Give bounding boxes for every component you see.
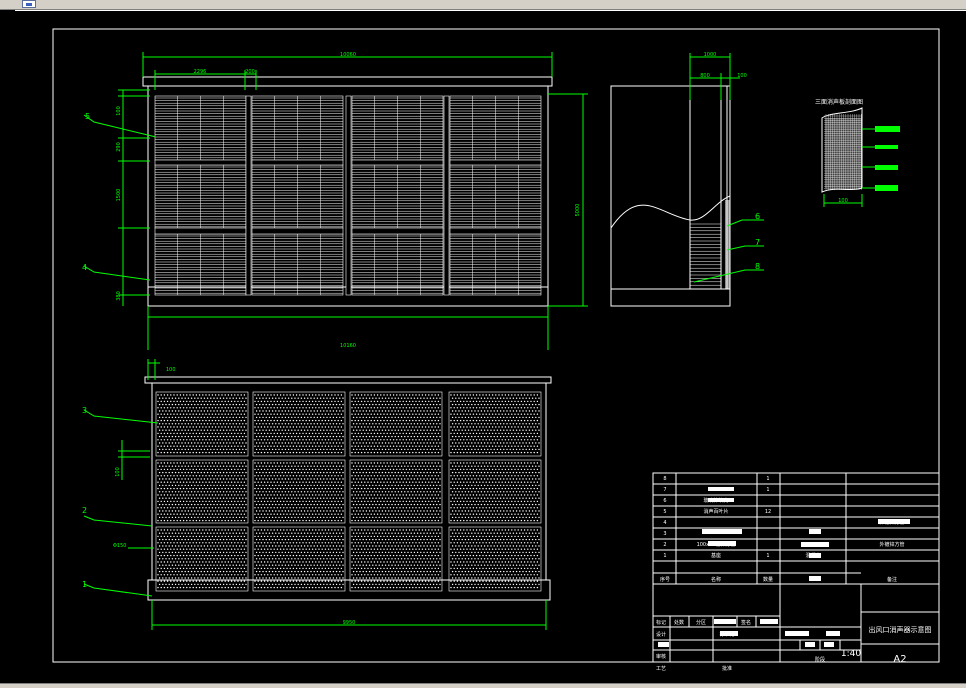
callout-5: 5: [85, 112, 90, 121]
parts-list-cell: 1: [766, 553, 769, 559]
callout-6: 6: [755, 212, 760, 221]
parts-list-cell: 1: [766, 487, 769, 493]
dim-front-left-mid2: 1500: [116, 189, 122, 202]
plan-body: [152, 383, 546, 580]
parts-list-cell: 消声百叶片: [703, 508, 728, 515]
front-elevation: [143, 77, 552, 306]
parts-list-header: 名称: [711, 576, 721, 583]
callout-7: 7: [755, 238, 760, 247]
cad-viewer-window: 10060 2296 200 10160 5000 100 290 1500 3…: [0, 0, 966, 687]
plan-base: [148, 580, 550, 600]
parts-list-cell: 1: [766, 476, 769, 482]
dim-front-left-mid1: 290: [116, 142, 122, 152]
dim-plan-bottom: 9950: [343, 620, 356, 626]
dim-plan-left: 100: [115, 467, 121, 477]
parts-list-cell: 7: [663, 487, 666, 493]
dim-plan-top: 100: [166, 367, 176, 373]
signature-label: 处数: [674, 619, 684, 626]
callout-1: 1: [82, 580, 87, 589]
detail-title: 三面消声板剖面图: [815, 98, 863, 106]
callout-8: 8: [755, 262, 760, 271]
drawing-scale: 1:40: [841, 649, 861, 659]
plan-top-cap: [145, 377, 551, 383]
dim-front-left-top: 100: [116, 106, 122, 116]
callout-2: 2: [82, 506, 87, 515]
parts-list-cell: 外镀锌方管: [879, 541, 904, 548]
dim-front-overall-top: 10060: [340, 52, 356, 58]
dim-side-top: 1000: [704, 52, 717, 58]
parts-list-header: 序号: [660, 576, 670, 583]
plan-view: [145, 377, 551, 600]
parts-list-cell: 5: [663, 509, 666, 515]
signature-label: 批准: [722, 665, 732, 672]
side-section: [611, 86, 730, 306]
signature-label: 签名: [741, 619, 751, 626]
signature-label: 工艺: [656, 666, 666, 672]
sheet-size: A2: [893, 654, 906, 665]
drawing-canvas[interactable]: 10060 2296 200 10160 5000 100 290 1500 3…: [0, 10, 966, 683]
drawing-name: 出风口消声器示意图: [869, 625, 932, 634]
parts-list-header: 备注: [887, 576, 897, 583]
side-body: [611, 86, 730, 306]
outer-frame-top: [15, 10, 966, 11]
parts-list-cell: 8: [663, 476, 666, 482]
side-mesh: [725, 200, 730, 289]
callout-3: 3: [82, 406, 87, 415]
signature-label: 标记: [656, 619, 666, 626]
status-bar: [0, 683, 966, 688]
stage-label: 阶段: [815, 656, 825, 663]
louver-panels: [155, 96, 541, 295]
dim-front-bottom: 10160: [340, 343, 356, 349]
drawing-file-icon[interactable]: [22, 0, 36, 8]
dim-front-module: 2296: [194, 69, 207, 75]
cad-drawing: 10060 2296 200 10160 5000 100 290 1500 3…: [0, 10, 966, 683]
break-line: [611, 196, 730, 228]
dim-side-mid: 800: [700, 73, 710, 79]
parts-list-cell: 1: [663, 553, 666, 559]
parts-list-header: 数量: [763, 576, 773, 583]
signature-label: 审核: [656, 653, 666, 660]
signature-label: 分区: [696, 619, 706, 626]
perforated-panels: [156, 392, 541, 591]
parts-list-cell: 基座: [711, 552, 721, 559]
callout-4: 4: [82, 263, 87, 272]
detail-section: [822, 108, 900, 207]
dim-plan-hole: Φ150: [113, 543, 126, 549]
dim-side-right: 100: [737, 73, 747, 79]
dim-front-left-base: 380: [116, 291, 122, 301]
side-slats: [690, 224, 721, 285]
window-title-bar: [0, 0, 966, 10]
parts-list-cell: 6: [663, 498, 666, 504]
dim-front-height: 5000: [575, 204, 581, 217]
signature-label: 设计: [656, 631, 666, 638]
parts-list-cell: 3: [663, 531, 666, 537]
dim-detail-width: 100: [838, 198, 848, 204]
parts-list-cell: 2: [663, 542, 666, 548]
parts-list-cell: 4: [663, 520, 666, 526]
dim-front-gap: 200: [245, 69, 255, 75]
front-top-cap: [143, 77, 552, 86]
parts-list-cell: 12: [765, 509, 771, 515]
